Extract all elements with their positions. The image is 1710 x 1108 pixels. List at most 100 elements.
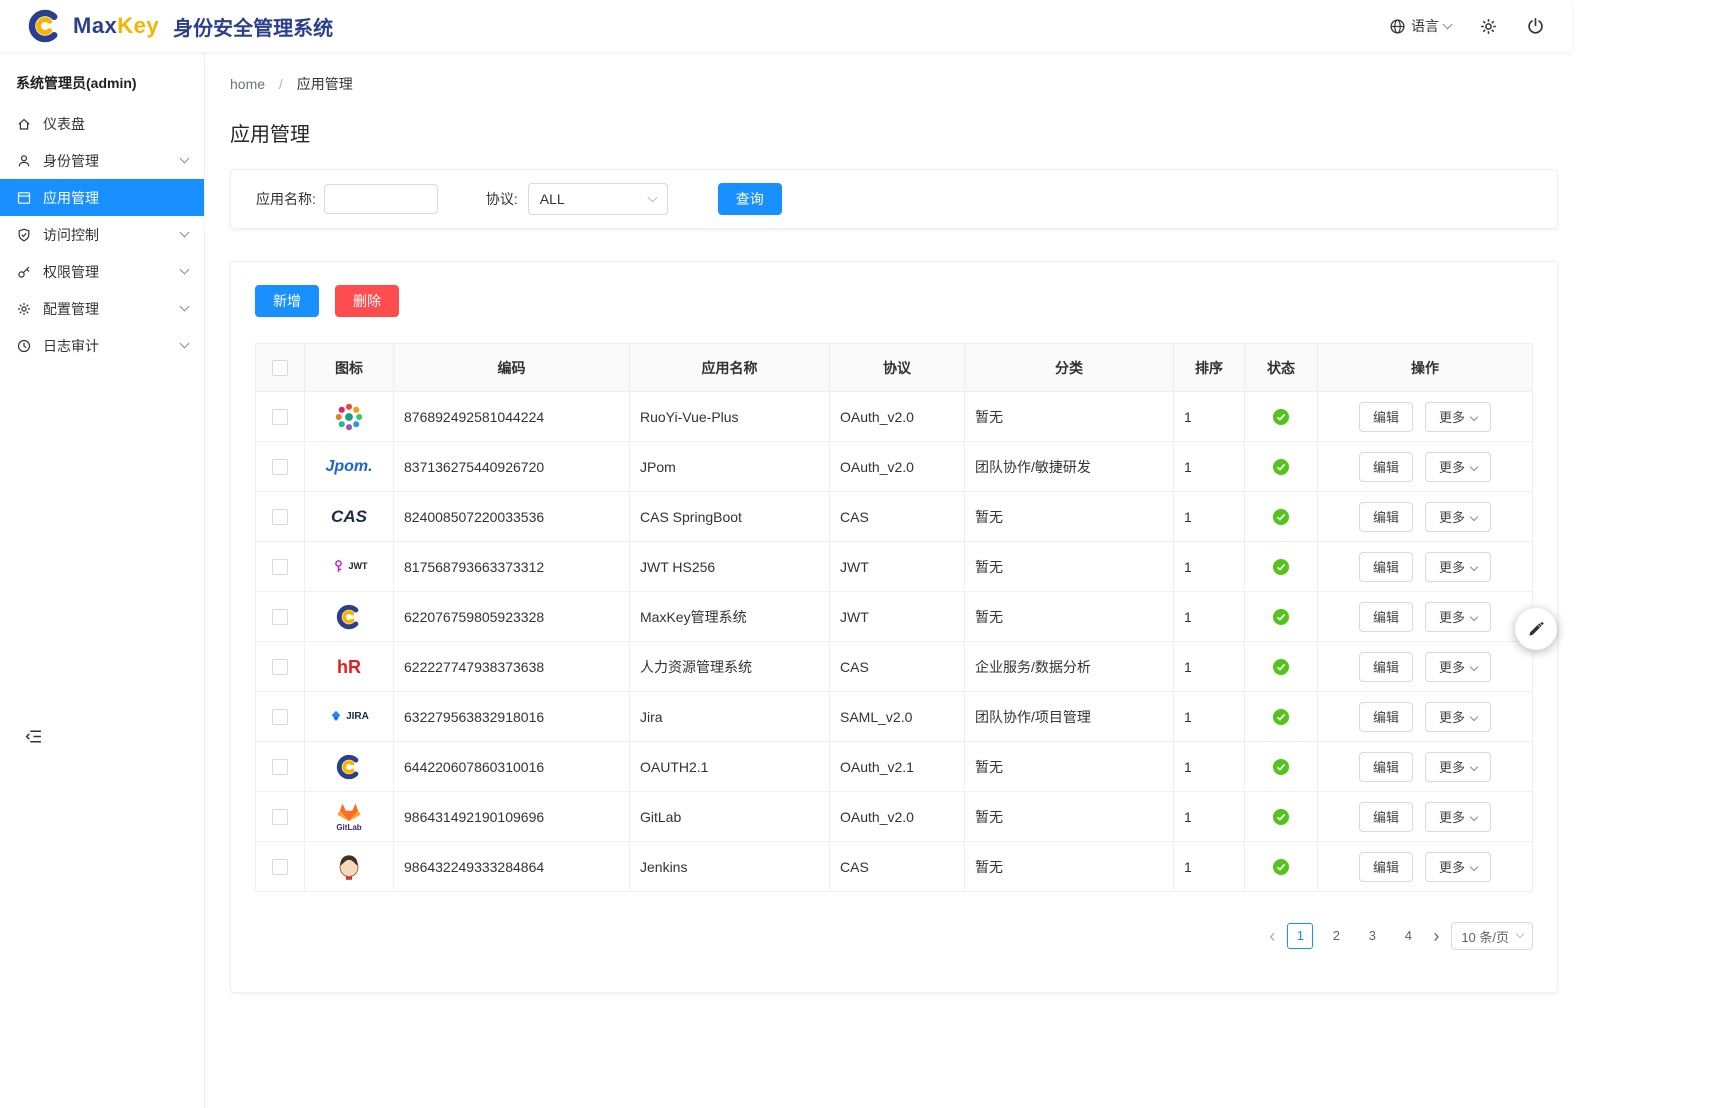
app-protocol: CAS xyxy=(830,492,965,542)
dashboard-home-icon xyxy=(16,116,32,132)
apps-window-icon xyxy=(16,190,32,206)
status-enabled-icon xyxy=(1273,708,1289,724)
row-checkbox[interactable] xyxy=(272,509,288,525)
breadcrumb-home-link[interactable]: home xyxy=(230,76,265,92)
app-sort: 1 xyxy=(1174,742,1245,792)
more-button[interactable]: 更多 xyxy=(1425,502,1491,532)
sidebar-item-audit-log[interactable]: 日志审计 xyxy=(0,327,204,364)
brand: MaxKey 身份安全管理系统 xyxy=(25,6,333,46)
more-button[interactable]: 更多 xyxy=(1425,852,1491,882)
chevron-down-icon xyxy=(1516,930,1524,938)
table-header-row: 图标 编码 应用名称 协议 分类 排序 状态 操作 xyxy=(256,344,1533,392)
search-button[interactable]: 查询 xyxy=(718,183,782,215)
status-enabled-icon xyxy=(1273,758,1289,774)
row-checkbox[interactable] xyxy=(272,559,288,575)
edit-button[interactable]: 编辑 xyxy=(1359,602,1413,632)
row-checkbox[interactable] xyxy=(272,759,288,775)
row-checkbox[interactable] xyxy=(272,659,288,675)
table-row: 876892492581044224 RuoYi-Vue-Plus OAuth_… xyxy=(256,392,1533,442)
sidebar-item-identity[interactable]: 身份管理 xyxy=(0,142,204,179)
sidebar-item-dashboard[interactable]: 仪表盘 xyxy=(0,105,204,142)
status-enabled-icon xyxy=(1273,558,1289,574)
edit-button[interactable]: 编辑 xyxy=(1359,752,1413,782)
page-number[interactable]: 2 xyxy=(1323,923,1349,949)
apps-table: 图标 编码 应用名称 协议 分类 排序 状态 操作 xyxy=(255,343,1533,892)
page-number[interactable]: 1 xyxy=(1287,923,1313,949)
jenkins-icon xyxy=(325,846,373,888)
app-category: 企业服务/数据分析 xyxy=(965,642,1174,692)
app-protocol: OAuth_v2.0 xyxy=(830,442,965,492)
chevron-down-icon xyxy=(647,192,657,202)
status-enabled-icon xyxy=(1273,458,1289,474)
app-code: 824008507220033536 xyxy=(394,492,630,542)
current-user-label: 系统管理员(admin) xyxy=(0,58,204,105)
collapse-sidebar-button[interactable] xyxy=(24,727,43,751)
app-name: 人力资源管理系统 xyxy=(630,642,830,692)
sidebar-item-label: 权限管理 xyxy=(43,262,99,282)
more-button[interactable]: 更多 xyxy=(1425,752,1491,782)
user-icon xyxy=(16,153,32,169)
sidebar-item-permissions[interactable]: 权限管理 xyxy=(0,253,204,290)
gitlab-icon: GitLab xyxy=(325,796,373,838)
more-button[interactable]: 更多 xyxy=(1425,702,1491,732)
edit-button[interactable]: 编辑 xyxy=(1359,452,1413,482)
sidebar: 系统管理员(admin) 仪表盘 身份管理 xyxy=(0,52,205,1108)
table-panel: 新增 删除 图标 编码 应用名称 协议 分类 排序 状态 xyxy=(230,261,1558,993)
row-checkbox[interactable] xyxy=(272,709,288,725)
more-button[interactable]: 更多 xyxy=(1425,602,1491,632)
more-button[interactable]: 更多 xyxy=(1425,452,1491,482)
row-checkbox[interactable] xyxy=(272,409,288,425)
app-name: MaxKey管理系统 xyxy=(630,592,830,642)
page-number[interactable]: 3 xyxy=(1359,923,1385,949)
app-protocol: CAS xyxy=(830,642,965,692)
app-category: 暂无 xyxy=(965,492,1174,542)
edit-button[interactable]: 编辑 xyxy=(1359,652,1413,682)
edit-button[interactable]: 编辑 xyxy=(1359,502,1413,532)
sidebar-item-access-control[interactable]: 访问控制 xyxy=(0,216,204,253)
page-size-select[interactable]: 10 条/页 xyxy=(1451,922,1533,950)
add-button[interactable]: 新增 xyxy=(255,285,319,317)
more-button[interactable]: 更多 xyxy=(1425,652,1491,682)
maxkey-logo-icon xyxy=(25,6,65,46)
row-checkbox[interactable] xyxy=(272,809,288,825)
app-code: 632279563832918016 xyxy=(394,692,630,742)
language-label: 语言 xyxy=(1411,16,1439,36)
settings-button[interactable] xyxy=(1479,17,1498,36)
row-checkbox[interactable] xyxy=(272,459,288,475)
floating-tool-button[interactable] xyxy=(1515,608,1557,650)
delete-button[interactable]: 删除 xyxy=(335,285,399,317)
app-protocol: SAML_v2.0 xyxy=(830,692,965,742)
app-name-input[interactable] xyxy=(324,184,438,214)
more-button[interactable]: 更多 xyxy=(1425,802,1491,832)
edit-button[interactable]: 编辑 xyxy=(1359,802,1413,832)
app-code: 986431492190109696 xyxy=(394,792,630,842)
app-protocol: OAuth_v2.1 xyxy=(830,742,965,792)
app-sort: 1 xyxy=(1174,692,1245,742)
page-number[interactable]: 4 xyxy=(1395,923,1421,949)
breadcrumb-separator: / xyxy=(279,76,283,92)
app-code: 644220607860310016 xyxy=(394,742,630,792)
row-checkbox[interactable] xyxy=(272,859,288,875)
language-switcher[interactable]: 语言 xyxy=(1389,16,1451,36)
status-enabled-icon xyxy=(1273,608,1289,624)
prev-page-button[interactable]: ‹ xyxy=(1267,927,1277,945)
sidebar-item-configuration[interactable]: 配置管理 xyxy=(0,290,204,327)
sidebar-item-apps[interactable]: 应用管理 xyxy=(0,179,204,216)
header-name: 应用名称 xyxy=(630,344,830,392)
logout-button[interactable] xyxy=(1526,17,1545,36)
edit-button[interactable]: 编辑 xyxy=(1359,702,1413,732)
select-all-checkbox[interactable] xyxy=(272,360,288,376)
edit-button[interactable]: 编辑 xyxy=(1359,402,1413,432)
app-category: 暂无 xyxy=(965,392,1174,442)
next-page-button[interactable]: › xyxy=(1431,927,1441,945)
edit-button[interactable]: 编辑 xyxy=(1359,852,1413,882)
protocol-select[interactable]: ALL xyxy=(528,183,668,215)
status-enabled-icon xyxy=(1273,658,1289,674)
chevron-down-icon xyxy=(1470,613,1478,621)
chevron-down-icon xyxy=(180,302,190,312)
row-checkbox[interactable] xyxy=(272,609,288,625)
more-button[interactable]: 更多 xyxy=(1425,552,1491,582)
more-button[interactable]: 更多 xyxy=(1425,402,1491,432)
header-status: 状态 xyxy=(1245,344,1318,392)
edit-button[interactable]: 编辑 xyxy=(1359,552,1413,582)
